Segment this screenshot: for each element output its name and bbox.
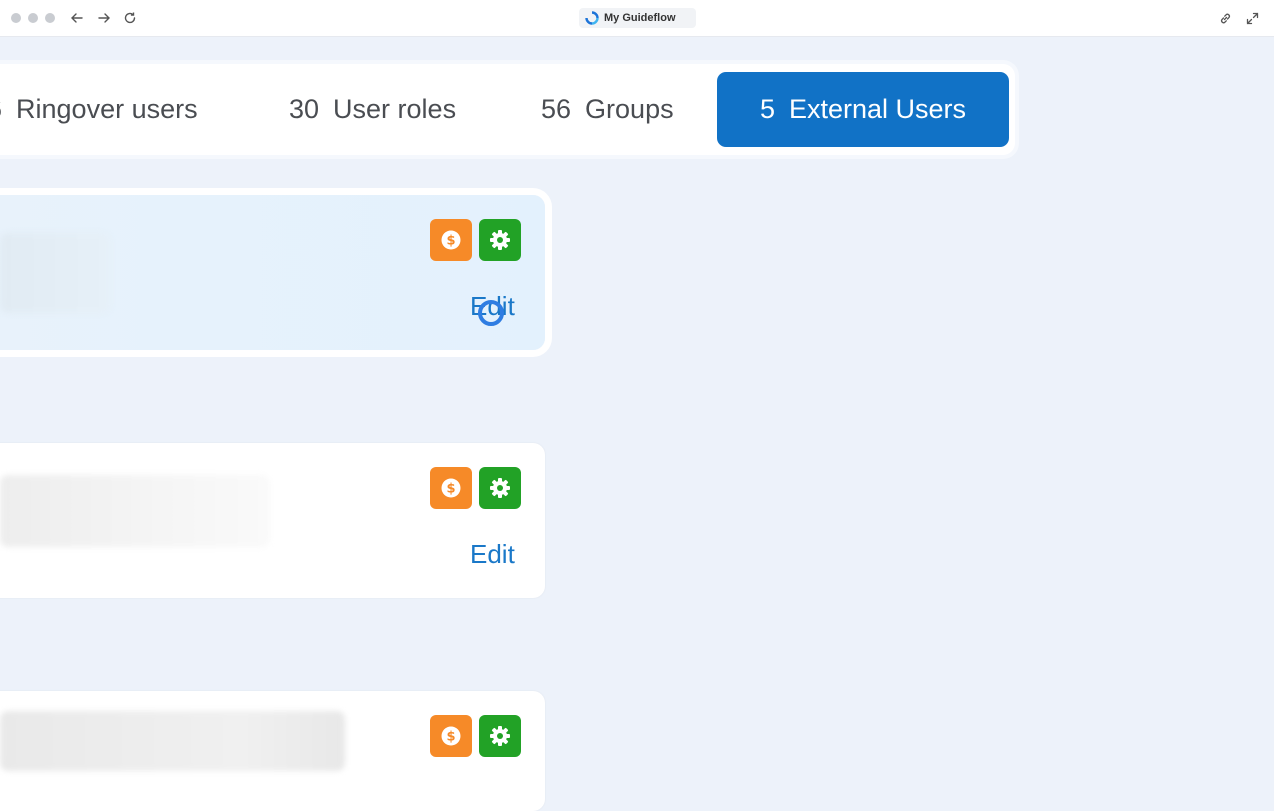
user-type-tabs: 6 Ringover users 30 User roles 56 Groups 5E… — [0, 64, 1015, 155]
expand-icon[interactable] — [1244, 9, 1260, 27]
tab-groups[interactable]: 56 Groups — [541, 72, 701, 147]
gear-icon — [490, 230, 510, 250]
svg-text:$: $ — [446, 234, 455, 249]
window-dot-minimize[interactable] — [28, 13, 38, 23]
tab-count: 6 — [0, 94, 2, 124]
settings-button[interactable] — [479, 219, 521, 261]
user-info-blurred — [0, 475, 270, 547]
back-arrow-icon[interactable] — [68, 9, 86, 27]
link-icon[interactable] — [1217, 9, 1233, 27]
guideflow-logo-icon — [585, 11, 599, 25]
window-title-pill: My Guideflow — [579, 8, 696, 28]
gear-icon — [490, 478, 510, 498]
svg-text:$: $ — [446, 482, 455, 497]
tab-external-users[interactable]: 5 External Users — [717, 72, 1009, 147]
browser-toolbar: My Guideflow — [0, 0, 1274, 37]
user-info-blurred — [0, 233, 110, 313]
user-info-blurred — [0, 711, 345, 771]
click-indicator — [478, 300, 504, 326]
forward-arrow-icon[interactable] — [95, 9, 113, 27]
settings-button[interactable] — [479, 715, 521, 757]
external-user-card[interactable]: $ — [0, 691, 545, 811]
tab-ringover-users[interactable]: 6 Ringover users — [0, 72, 227, 147]
tab-label: Ringover users — [16, 94, 198, 124]
tab-user-roles[interactable]: 30 User roles — [289, 72, 489, 147]
window-dot-maximize[interactable] — [45, 13, 55, 23]
billing-button[interactable]: $ — [430, 467, 472, 509]
billing-button[interactable]: $ — [430, 219, 472, 261]
svg-text:$: $ — [446, 730, 455, 745]
reload-icon[interactable] — [121, 9, 139, 27]
dollar-icon: $ — [441, 478, 461, 498]
external-user-card[interactable]: $ Edit — [0, 195, 545, 350]
dollar-icon: $ — [441, 726, 461, 746]
window-title: My Guideflow — [604, 12, 676, 24]
window-dot-close[interactable] — [11, 13, 21, 23]
tab-label: User roles — [333, 94, 457, 124]
billing-button[interactable]: $ — [430, 715, 472, 757]
tab-label: External Users — [788, 94, 967, 124]
tab-count: 30 — [289, 94, 320, 124]
settings-button[interactable] — [479, 467, 521, 509]
tab-count: 5 — [759, 94, 775, 124]
tab-count: 56 — [541, 94, 572, 124]
gear-icon — [490, 726, 510, 746]
dollar-icon: $ — [441, 230, 461, 250]
external-user-card[interactable]: $ Edit — [0, 443, 545, 598]
tab-label: Groups — [585, 94, 674, 124]
edit-link[interactable]: Edit — [470, 539, 515, 569]
